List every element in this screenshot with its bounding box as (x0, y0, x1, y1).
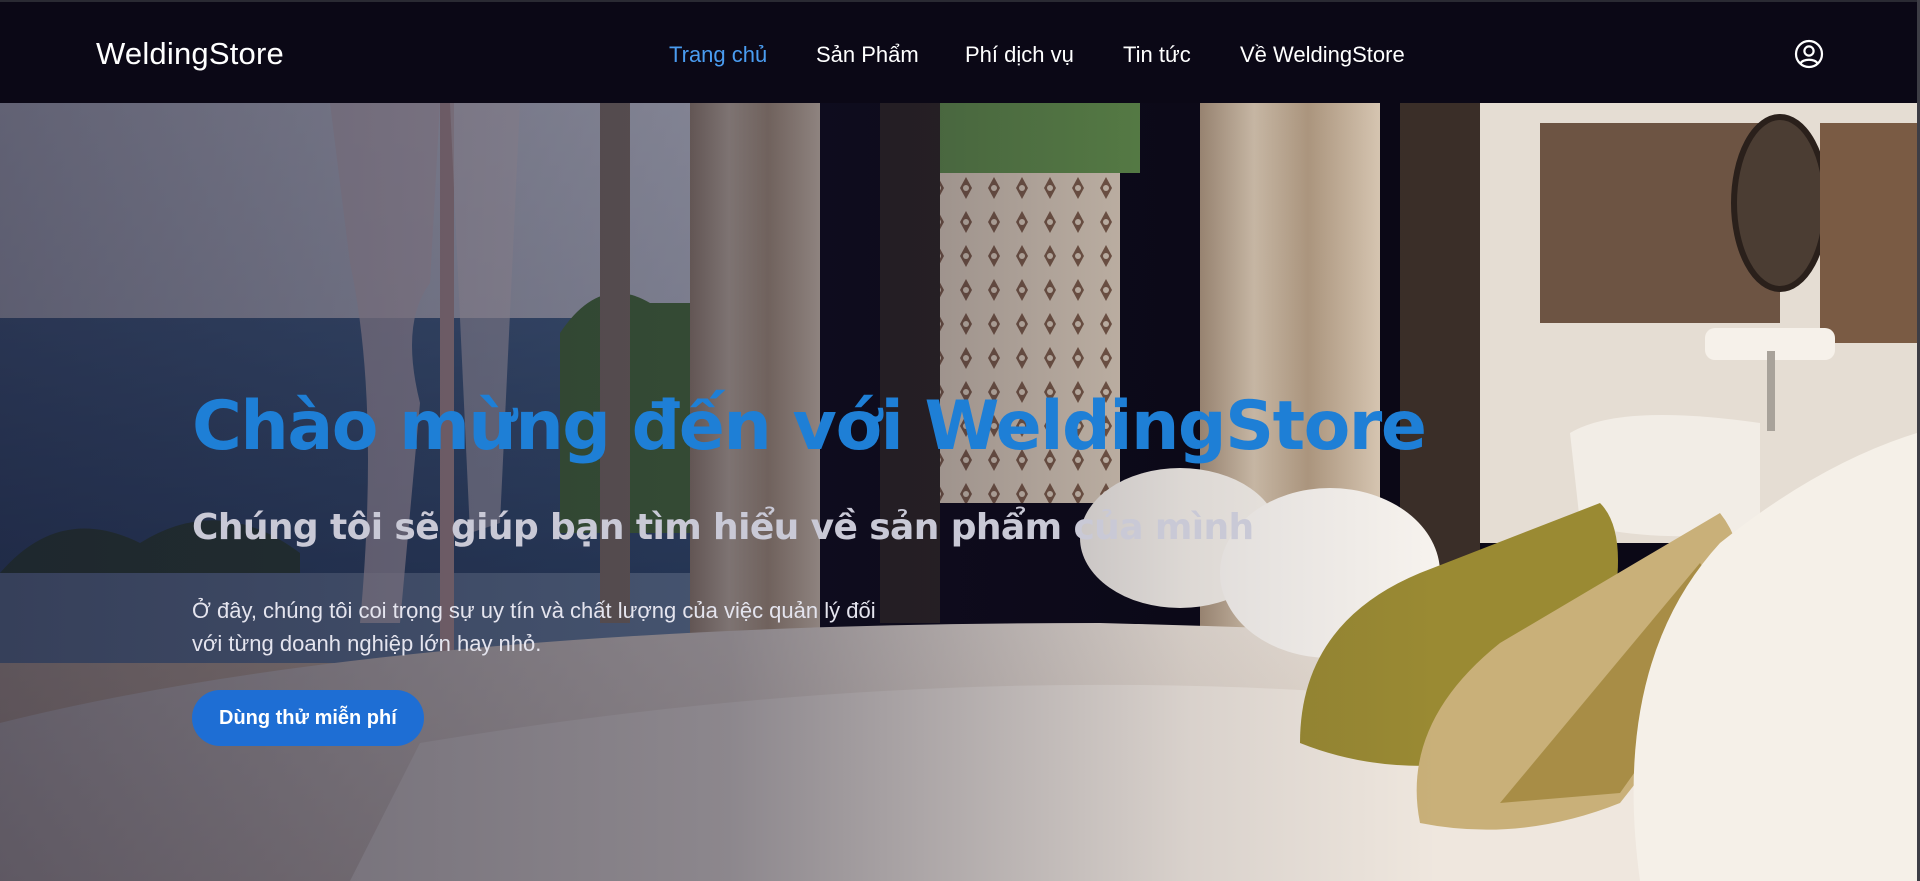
site-header: WeldingStore Trang chủ Sản Phẩm Phí dịch… (0, 0, 1920, 103)
nav-products[interactable]: Sản Phẩm (816, 42, 919, 68)
hero-subtitle: Chúng tôi sẽ giúp bạn tìm hiểu về sản ph… (192, 507, 1254, 548)
nav-pricing[interactable]: Phí dịch vụ (965, 42, 1074, 68)
hero-section: Chào mừng đến với WeldingStore Chúng tôi… (0, 103, 1917, 881)
hero-title: Chào mừng đến với WeldingStore (192, 387, 1427, 466)
hero-description: Ở đây, chúng tôi coi trọng sự uy tín và … (192, 598, 876, 656)
free-trial-button[interactable]: Dùng thử miễn phí (192, 690, 424, 746)
hero-content: Chào mừng đến với WeldingStore Chúng tôi… (192, 393, 1492, 746)
user-account-button[interactable] (1794, 39, 1824, 69)
main-nav: Trang chủ Sản Phẩm Phí dịch vụ Tin tức V… (0, 42, 1920, 72)
nav-about[interactable]: Về WeldingStore (1240, 42, 1405, 68)
nav-home[interactable]: Trang chủ (669, 42, 767, 68)
user-circle-icon (1794, 39, 1824, 69)
nav-news[interactable]: Tin tức (1123, 42, 1191, 68)
